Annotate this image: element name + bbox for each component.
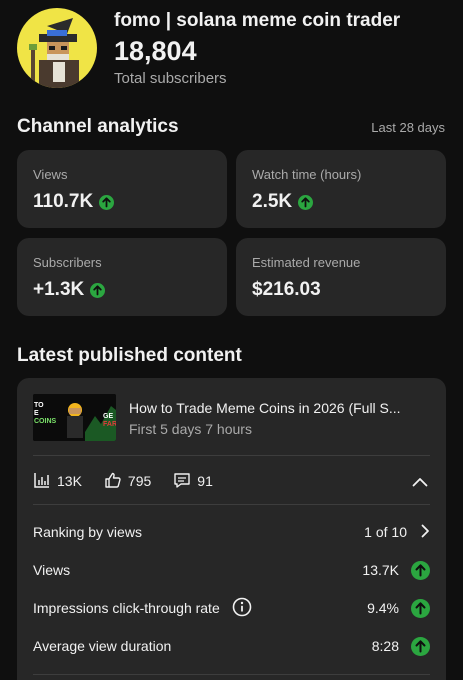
svg-text:COINS: COINS: [34, 418, 57, 425]
trend-up-icon: [90, 282, 106, 298]
views-stat-value: 13K: [57, 473, 82, 489]
latest-content-title: Latest published content: [17, 345, 242, 366]
likes-stat-value: 795: [127, 473, 152, 489]
channel-header: fomo | solana meme coin trader 18,804 To…: [17, 8, 447, 88]
latest-content-card: TO E COINS GE FAR How to Trade Meme Coin…: [17, 378, 446, 680]
video-period: First 5 days 7 hours: [129, 421, 252, 437]
watch-time-card-label: Watch time (hours): [252, 167, 362, 182]
views-stat: 13K: [33, 471, 82, 492]
svg-text:FAR: FAR: [103, 421, 116, 428]
ranking-value: 1 of 10: [364, 524, 407, 540]
comment-icon: [173, 471, 197, 492]
revenue-card[interactable]: Estimated revenue $216.03: [236, 238, 446, 316]
analytics-title: Channel analytics: [17, 116, 179, 137]
views-card[interactable]: Views 110.7K: [17, 150, 227, 228]
avg-duration-row: Average view duration 8:28: [33, 634, 430, 658]
views-metric-label: Views: [33, 562, 71, 578]
trend-up-icon: [411, 636, 430, 656]
avg-duration-label: Average view duration: [33, 638, 172, 654]
svg-text:GE: GE: [103, 413, 113, 420]
views-metric-value: 13.7K: [362, 562, 399, 578]
likes-stat: 795: [104, 471, 151, 492]
subscribers-card[interactable]: Subscribers +1.3K: [17, 238, 227, 316]
chevron-right-icon: [421, 524, 430, 541]
trend-up-icon: [99, 194, 115, 210]
trend-up-icon: [298, 194, 314, 210]
video-stats: 13K 795 91: [33, 470, 235, 492]
chevron-up-icon[interactable]: [412, 474, 428, 492]
info-icon[interactable]: [232, 597, 252, 620]
comments-stat-value: 91: [197, 473, 213, 489]
divider: [33, 455, 430, 456]
analytics-period[interactable]: Last 28 days: [371, 120, 445, 135]
watch-time-card-value: 2.5K: [252, 191, 293, 212]
svg-text:E: E: [34, 410, 39, 417]
avg-duration-value: 8:28: [371, 638, 399, 654]
trend-up-icon: [411, 598, 430, 618]
comments-stat: 91: [173, 471, 213, 492]
watch-time-card[interactable]: Watch time (hours) 2.5K: [236, 150, 446, 228]
bar-chart-icon: [33, 471, 57, 492]
channel-name: fomo | solana meme coin trader: [114, 10, 401, 31]
revenue-card-label: Estimated revenue: [252, 255, 361, 270]
subscribers-card-label: Subscribers: [33, 255, 102, 270]
subscribers-card-value: +1.3K: [33, 279, 85, 300]
subscriber-count: 18,804: [114, 36, 197, 66]
ranking-row[interactable]: Ranking by views 1 of 10: [33, 520, 430, 544]
views-metric-row: Views 13.7K: [33, 558, 430, 582]
ctr-metric-row: Impressions click-through rate 9.4%: [33, 596, 430, 620]
video-thumbnail[interactable]: TO E COINS GE FAR: [33, 394, 116, 441]
revenue-card-value: $216.03: [252, 279, 321, 300]
svg-text:TO: TO: [34, 402, 44, 409]
thumbs-up-icon: [104, 471, 128, 492]
divider: [33, 674, 430, 675]
views-card-label: Views: [33, 167, 68, 182]
ctr-metric-value: 9.4%: [367, 600, 399, 616]
ranking-label: Ranking by views: [33, 524, 142, 540]
subscriber-label: Total subscribers: [114, 70, 227, 87]
ctr-metric-label: Impressions click-through rate: [33, 600, 220, 616]
views-card-value: 110.7K: [33, 191, 94, 212]
trend-up-icon: [411, 560, 430, 580]
channel-avatar[interactable]: [17, 8, 97, 88]
divider: [33, 504, 430, 505]
video-title[interactable]: How to Trade Meme Coins in 2026 (Full S.…: [129, 400, 429, 416]
